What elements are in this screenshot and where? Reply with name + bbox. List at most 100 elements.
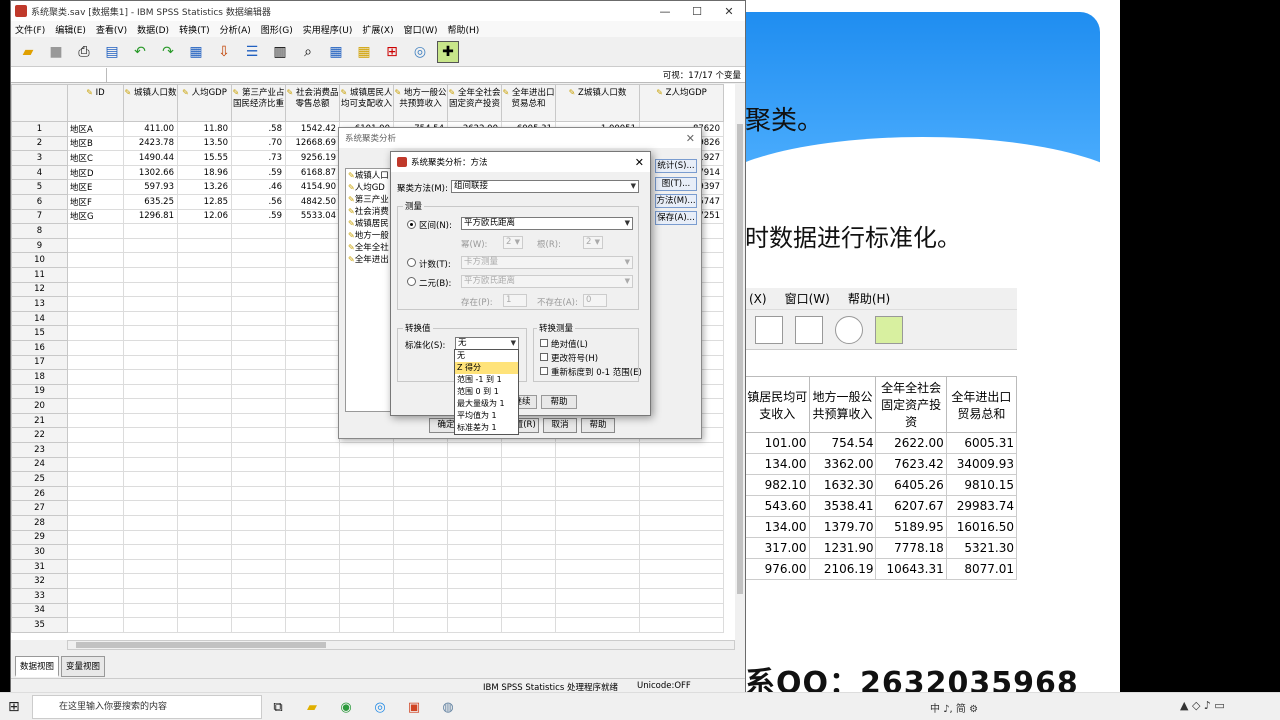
- close-icon[interactable]: ✕: [686, 132, 701, 145]
- data-cell[interactable]: [555, 558, 640, 575]
- data-cell[interactable]: [123, 296, 178, 312]
- data-cell[interactable]: [177, 223, 232, 239]
- data-cell[interactable]: [231, 529, 286, 546]
- data-cell[interactable]: [555, 456, 640, 473]
- plots-button[interactable]: 图(T)...: [655, 177, 697, 191]
- row-number[interactable]: 33: [11, 588, 68, 604]
- data-cell[interactable]: .70: [231, 135, 286, 152]
- data-cell[interactable]: [501, 588, 556, 604]
- row-number[interactable]: 22: [11, 427, 68, 444]
- variable-list-item[interactable]: ✎城镇居民: [346, 217, 394, 229]
- value-labels-icon[interactable]: ⊞: [381, 41, 403, 63]
- data-cell[interactable]: [67, 412, 124, 429]
- data-cell[interactable]: [231, 310, 286, 327]
- data-cell[interactable]: .56: [231, 193, 286, 210]
- data-cell[interactable]: [177, 427, 232, 444]
- data-cell[interactable]: [447, 456, 502, 473]
- data-cell[interactable]: [177, 485, 232, 502]
- data-cell[interactable]: [501, 442, 556, 458]
- data-cell[interactable]: [123, 223, 178, 239]
- data-cell[interactable]: 地区B: [67, 135, 124, 152]
- menu-item[interactable]: 扩展(X): [362, 23, 393, 36]
- data-cell[interactable]: [639, 602, 724, 619]
- data-cell[interactable]: [67, 485, 124, 502]
- data-cell[interactable]: 597.93: [123, 179, 178, 195]
- data-cell[interactable]: [67, 602, 124, 619]
- data-cell[interactable]: [67, 529, 124, 546]
- menu-item[interactable]: 实用程序(U): [303, 23, 353, 36]
- data-cell[interactable]: [67, 281, 124, 298]
- data-cell[interactable]: [177, 281, 232, 298]
- windows-start-icon[interactable]: ⊞: [8, 699, 24, 715]
- data-cell[interactable]: [177, 369, 232, 385]
- data-cell[interactable]: [555, 442, 640, 458]
- vertical-scrollbar[interactable]: [735, 84, 745, 640]
- column-header[interactable]: ✎ ID: [67, 84, 124, 122]
- data-cell[interactable]: [639, 558, 724, 575]
- data-cell[interactable]: [67, 515, 124, 531]
- column-header[interactable]: ✎ 城镇居民人均可支配收入: [339, 84, 394, 122]
- data-cell[interactable]: 地区D: [67, 164, 124, 181]
- variable-list-item[interactable]: ✎人均GD: [346, 181, 394, 193]
- interval-radio[interactable]: [407, 220, 416, 229]
- statistics-button[interactable]: 统计(S)...: [655, 159, 697, 173]
- data-cell[interactable]: [447, 558, 502, 575]
- taskbar-search-box[interactable]: 在这里输入你要搜索的内容: [32, 695, 262, 719]
- data-cell[interactable]: [123, 573, 178, 589]
- data-cell[interactable]: .73: [231, 150, 286, 166]
- data-cell[interactable]: [285, 237, 340, 254]
- data-cell[interactable]: [123, 281, 178, 298]
- data-cell[interactable]: [177, 442, 232, 458]
- data-cell[interactable]: [231, 427, 286, 444]
- data-cell[interactable]: [231, 485, 286, 502]
- variable-list-item[interactable]: ✎城镇人口: [346, 169, 394, 181]
- data-cell[interactable]: [447, 544, 502, 560]
- data-cell[interactable]: [285, 617, 340, 633]
- data-cell[interactable]: 9256.19: [285, 150, 340, 166]
- data-cell[interactable]: [67, 266, 124, 283]
- data-cell[interactable]: [639, 442, 724, 458]
- data-cell[interactable]: [67, 223, 124, 239]
- data-cell[interactable]: 6168.87: [285, 164, 340, 181]
- menu-item[interactable]: 数据(D): [137, 23, 169, 36]
- data-cell[interactable]: [393, 500, 448, 517]
- data-cell[interactable]: [177, 310, 232, 327]
- absent-input[interactable]: 0: [583, 294, 607, 307]
- data-cell[interactable]: [501, 602, 556, 619]
- data-cell[interactable]: [339, 602, 394, 619]
- row-number[interactable]: 3: [11, 150, 68, 166]
- data-cell[interactable]: [555, 573, 640, 589]
- data-cell[interactable]: [501, 558, 556, 575]
- data-cell[interactable]: [177, 529, 232, 546]
- data-cell[interactable]: [393, 544, 448, 560]
- data-cell[interactable]: [339, 515, 394, 531]
- row-number[interactable]: 16: [11, 339, 68, 356]
- data-cell[interactable]: [501, 471, 556, 487]
- data-cell[interactable]: [555, 471, 640, 487]
- data-cell[interactable]: 地区E: [67, 179, 124, 195]
- save-icon[interactable]: ■: [45, 41, 67, 63]
- data-cell[interactable]: [231, 544, 286, 560]
- data-cell[interactable]: [393, 529, 448, 546]
- data-cell[interactable]: [285, 558, 340, 575]
- data-cell[interactable]: [67, 339, 124, 356]
- row-number[interactable]: 1: [11, 121, 68, 137]
- data-cell[interactable]: [639, 485, 724, 502]
- row-number[interactable]: 9: [11, 237, 68, 254]
- data-cell[interactable]: [123, 442, 178, 458]
- data-cell[interactable]: [231, 296, 286, 312]
- data-cell[interactable]: [447, 602, 502, 619]
- menu-item[interactable]: 转换(T): [179, 23, 210, 36]
- row-number[interactable]: 20: [11, 398, 68, 414]
- data-cell[interactable]: [177, 412, 232, 429]
- data-cell[interactable]: [67, 588, 124, 604]
- data-cell[interactable]: [67, 427, 124, 444]
- row-number[interactable]: 32: [11, 573, 68, 589]
- data-cell[interactable]: [285, 383, 340, 400]
- data-cell[interactable]: [447, 573, 502, 589]
- row-number[interactable]: 11: [11, 266, 68, 283]
- data-cell[interactable]: [339, 485, 394, 502]
- data-cell[interactable]: [555, 529, 640, 546]
- data-cell[interactable]: [177, 558, 232, 575]
- data-cell[interactable]: [177, 617, 232, 633]
